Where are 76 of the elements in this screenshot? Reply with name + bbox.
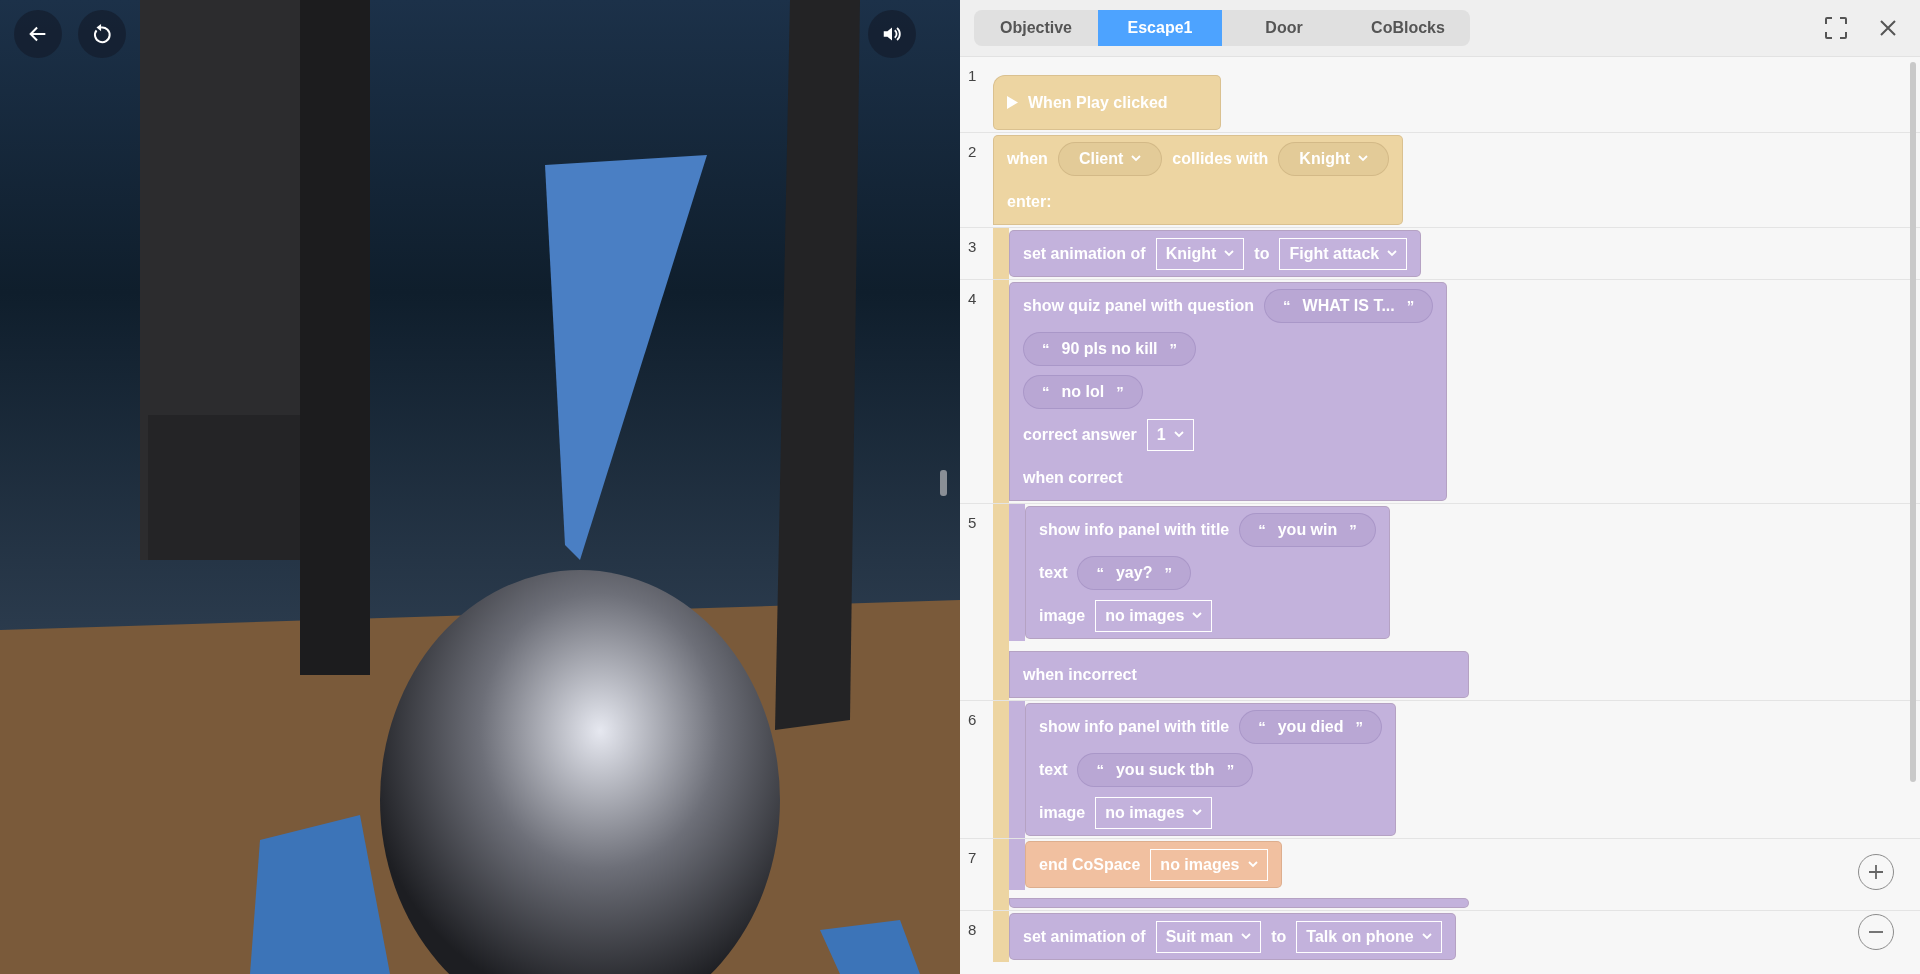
line-number: 8 [967, 920, 978, 940]
fullscreen-button[interactable] [1824, 16, 1848, 40]
zoom-out-button[interactable] [1858, 914, 1894, 950]
tab[interactable]: Objective [974, 10, 1098, 46]
chevron-down-icon [1192, 809, 1203, 816]
text-field[interactable]: “ no lol ” [1023, 374, 1143, 409]
line-number: 7 [967, 848, 978, 868]
resize-handle[interactable] [940, 470, 947, 496]
block-label: text [1039, 760, 1068, 779]
chevron-down-icon [1241, 933, 1252, 940]
block-label: when [1007, 149, 1048, 168]
scrollbar-thumb[interactable] [1910, 62, 1916, 782]
code-block[interactable]: set animation of Suit man to Talk on phone [1009, 913, 1456, 960]
dropdown-field[interactable]: no images [1095, 599, 1213, 632]
dropdown-pill[interactable]: Knight [1278, 141, 1389, 176]
block-label: end CoSpace [1039, 855, 1141, 874]
close-icon [1878, 18, 1898, 38]
block-label: show quiz panel with question [1023, 296, 1255, 315]
chevron-down-icon [1387, 250, 1398, 257]
plus-icon [1868, 864, 1884, 880]
tab[interactable]: Escape1 [1098, 10, 1222, 46]
dropdown-field[interactable]: Talk on phone [1296, 920, 1442, 953]
c-block[interactable]: when Client collides with Knight enter: [993, 135, 1403, 225]
block-label: When Play clicked [1028, 93, 1168, 112]
tab[interactable]: CoBlocks [1346, 10, 1470, 46]
block-label: to [1271, 927, 1287, 946]
chevron-down-icon [1131, 155, 1142, 162]
text-field[interactable]: “ 90 pls no kill ” [1023, 331, 1197, 366]
dropdown-field[interactable]: Fight attack [1279, 237, 1408, 270]
tab[interactable]: Door [1222, 10, 1346, 46]
dropdown-pill[interactable]: Client [1057, 141, 1163, 176]
block-label: when incorrect [1023, 665, 1137, 684]
block-label: image [1039, 803, 1086, 822]
text-field[interactable]: “ you suck tbh ” [1077, 752, 1254, 787]
line-number: 5 [967, 513, 978, 533]
block-label: show info panel with title [1039, 717, 1230, 736]
block-label: text [1039, 563, 1068, 582]
close-button[interactable] [1878, 18, 1898, 38]
dropdown-field[interactable]: Suit man [1155, 920, 1262, 953]
fullscreen-icon [1824, 16, 1848, 40]
text-field[interactable]: “ WHAT IS T... ” [1264, 288, 1434, 323]
code-block[interactable]: end CoSpace no images [1025, 841, 1282, 888]
block-label: image [1039, 606, 1086, 625]
line-number: 3 [967, 237, 978, 257]
block-label: when correct [1023, 468, 1123, 487]
text-field[interactable]: “ you win ” [1239, 512, 1376, 547]
line-number: 2 [967, 142, 978, 162]
chevron-down-icon [1224, 250, 1235, 257]
text-field[interactable]: “ you died ” [1239, 709, 1382, 744]
chevron-down-icon [1173, 431, 1184, 438]
hat-block[interactable]: When Play clicked [993, 75, 1221, 130]
block-label: set animation of [1023, 927, 1146, 946]
line-number: 6 [967, 710, 978, 730]
chevron-down-icon [1421, 933, 1432, 940]
text-field[interactable]: “ yay? ” [1077, 555, 1191, 590]
dropdown-field[interactable]: no images [1095, 796, 1213, 829]
play-icon [1007, 96, 1018, 109]
block-label: correct answer [1023, 425, 1137, 444]
dropdown-field[interactable]: Knight [1155, 237, 1245, 270]
dropdown-field[interactable]: no images [1150, 848, 1268, 881]
dropdown-field[interactable]: 1 [1146, 418, 1194, 451]
code-block[interactable]: show info panel with title “ you win ” text “ yay? ” image no images [1025, 506, 1390, 639]
chevron-down-icon [1247, 861, 1258, 868]
minus-icon [1868, 931, 1884, 933]
restart-icon [91, 23, 113, 45]
line-number: 4 [967, 289, 978, 309]
zoom-in-button[interactable] [1858, 854, 1894, 890]
block-label: set animation of [1023, 244, 1146, 263]
chevron-down-icon [1192, 612, 1203, 619]
chevron-down-icon [1358, 155, 1368, 162]
block-label: show info panel with title [1039, 520, 1230, 539]
code-block[interactable]: set animation of Knight to Fight attack [1009, 230, 1422, 277]
line-number: 1 [967, 66, 978, 86]
block-label: enter: [1007, 192, 1052, 211]
block-label: collides with [1172, 149, 1269, 168]
block-label: to [1254, 244, 1270, 263]
